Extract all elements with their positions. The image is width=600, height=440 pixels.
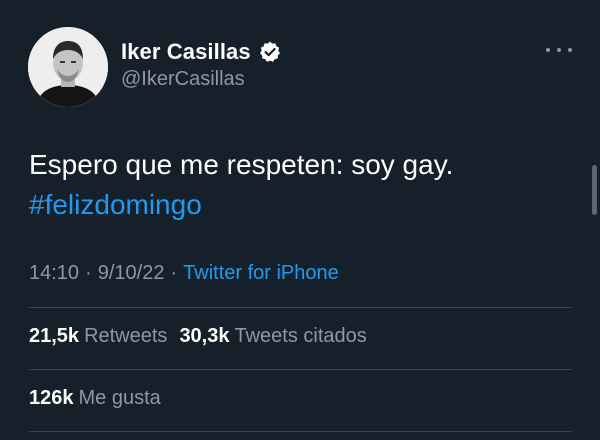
author-handle[interactable]: @IkerCasillas <box>121 68 245 91</box>
likes-count: 126k <box>29 387 74 409</box>
divider <box>29 369 572 370</box>
tweet-body: Espero que me respeten: soy gay. <box>29 149 454 180</box>
avatar-photo-icon <box>28 27 108 107</box>
divider <box>29 431 572 432</box>
engagement-stats-row: 21,5k Retweets 30,3k Tweets citados <box>29 325 367 353</box>
likes-label: Me gusta <box>78 387 161 409</box>
more-dot <box>568 48 572 52</box>
tweet-date[interactable]: 9/10/22 <box>98 262 165 285</box>
tweet-time[interactable]: 14:10 <box>29 262 79 285</box>
tweet-meta: 14:10 · 9/10/22 · Twitter for iPhone <box>29 259 339 287</box>
tweet-source-link[interactable]: Twitter for iPhone <box>183 262 339 285</box>
tweet-text: Espero que me respeten: soy gay. #felizd… <box>29 145 569 225</box>
more-dot <box>546 48 550 52</box>
quotes-label: Tweets citados <box>234 325 367 347</box>
more-options-icon[interactable] <box>546 40 572 60</box>
quotes-count: 30,3k <box>179 325 230 347</box>
more-dot <box>557 48 561 52</box>
scrollbar[interactable] <box>592 165 597 215</box>
avatar[interactable] <box>28 27 108 107</box>
verified-badge-icon <box>258 40 282 64</box>
author-name-row: Iker Casillas <box>121 36 282 68</box>
divider <box>29 307 572 308</box>
retweets-count: 21,5k <box>29 325 80 347</box>
likes-stats-row: 126k Me gusta <box>29 387 161 415</box>
likes-stat[interactable]: 126k Me gusta <box>29 387 161 410</box>
tweet-detail: Iker Casillas @IkerCasillas Espero que m… <box>0 0 600 440</box>
retweets-label: Retweets <box>84 325 168 347</box>
meta-separator: · <box>85 261 92 284</box>
meta-separator: · <box>170 261 178 284</box>
author-display-name[interactable]: Iker Casillas <box>121 39 251 65</box>
retweets-stat[interactable]: 21,5k Retweets <box>29 325 167 348</box>
hashtag-link[interactable]: #felizdomingo <box>29 185 569 225</box>
quotes-stat[interactable]: 30,3k Tweets citados <box>179 325 366 348</box>
